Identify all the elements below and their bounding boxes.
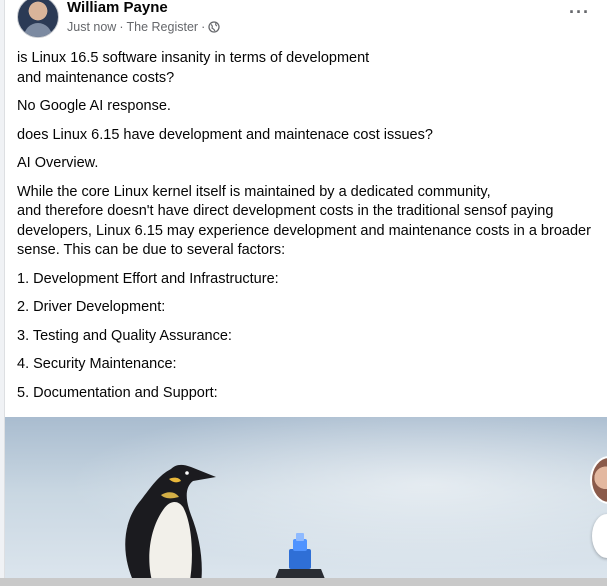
list-item: 2. Driver Development: bbox=[17, 299, 166, 315]
question-line-2: and maintenance costs? bbox=[17, 69, 175, 86]
post-card: William Payne Just now · The Register · … bbox=[4, 0, 607, 586]
paragraph-no-response: No Google AI response. bbox=[17, 98, 171, 114]
post-header: William Payne Just now · The Register · … bbox=[5, 0, 607, 44]
post-source[interactable]: The Register bbox=[127, 20, 199, 34]
post-text: is Linux 16.5 software insanity in terms… bbox=[17, 49, 602, 412]
meta-separator: · bbox=[119, 20, 124, 34]
list-item: 5. Documentation and Support: bbox=[17, 384, 218, 401]
overview-line-1: While the core Linux kernel itself is ma… bbox=[17, 183, 491, 200]
overview-line-2: and therefore doesn't have direct develo… bbox=[17, 203, 591, 258]
penguin-image bbox=[125, 464, 216, 586]
list-item: 3. Testing and Quality Assurance: bbox=[17, 327, 232, 344]
list-item: 4. Security Maintenance: bbox=[17, 356, 177, 372]
post-timestamp[interactable]: Just now bbox=[67, 20, 116, 34]
post-image[interactable] bbox=[5, 417, 607, 586]
author-name[interactable]: William Payne bbox=[67, 0, 168, 16]
window-bottom-edge bbox=[0, 578, 607, 586]
paragraph-question: is Linux 16.5 software insanity in terms… bbox=[17, 49, 602, 88]
post-meta: Just now · The Register · bbox=[67, 20, 220, 34]
paragraph-overview-text: While the core Linux kernel itself is ma… bbox=[17, 183, 602, 261]
paragraph-ai-overview: AI Overview. bbox=[17, 155, 99, 171]
more-options-icon[interactable]: ··· bbox=[569, 3, 590, 21]
paragraph-question-2: does Linux 6.15 have development and mai… bbox=[17, 126, 433, 143]
list-item: 1. Development Effort and Infrastructure… bbox=[17, 270, 279, 287]
meta-separator-2: · bbox=[201, 20, 206, 34]
author-avatar[interactable] bbox=[17, 0, 59, 38]
question-line-1: is Linux 16.5 software insanity in terms… bbox=[17, 50, 370, 66]
globe-icon[interactable] bbox=[208, 21, 220, 33]
